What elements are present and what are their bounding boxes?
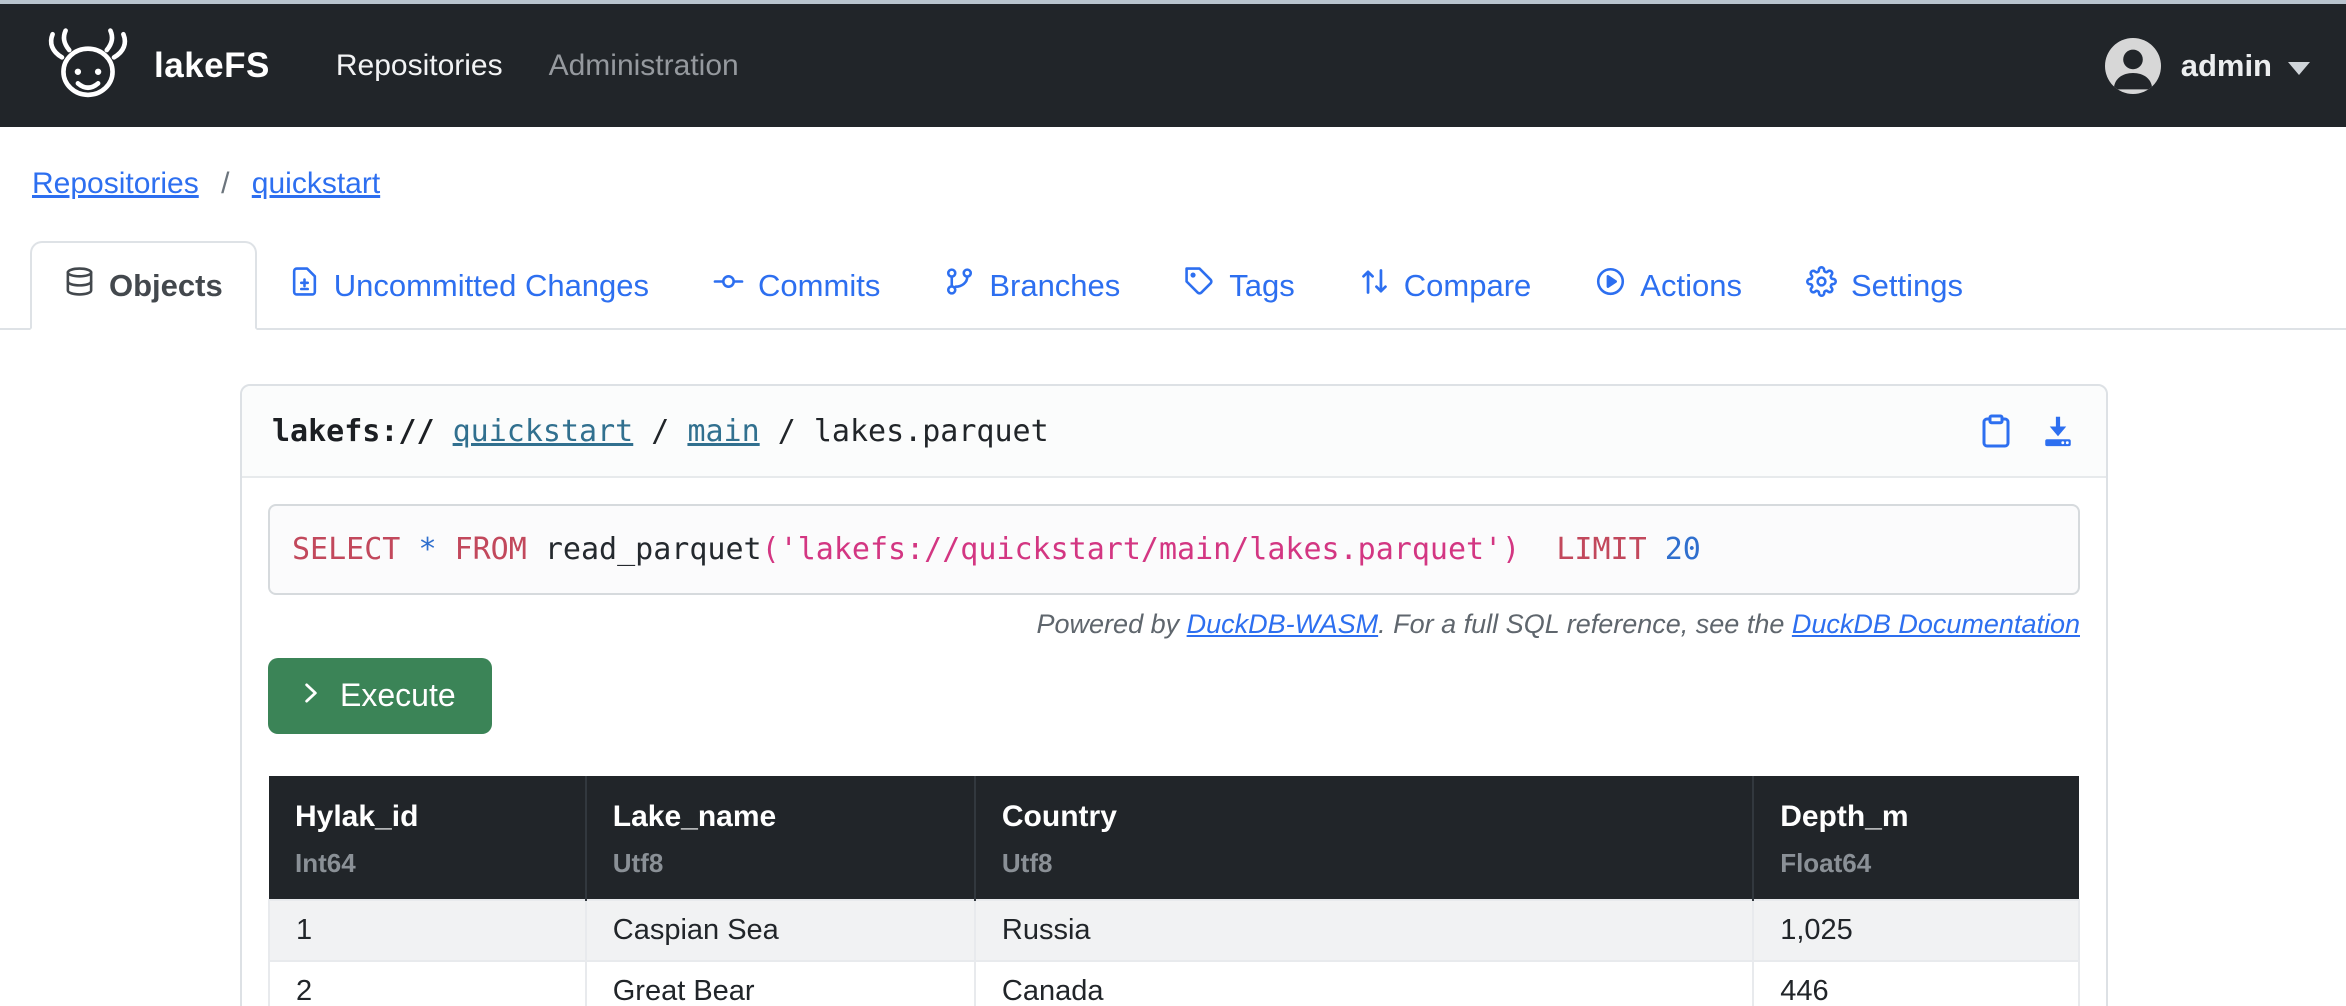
duckdb-caption: Powered by DuckDB-WASM. For a full SQL r… [268,609,2080,640]
tab-branches[interactable]: Branches [912,243,1152,328]
tab-label: Uncommitted Changes [334,268,649,304]
path-scheme: lakefs:// [272,414,435,449]
object-path-header: lakefs:// quickstart / main / lakes.parq… [242,386,2106,478]
tab-uncommitted-changes[interactable]: Uncommitted Changes [257,243,681,328]
column-name: Depth_m [1780,800,2053,834]
sql-token [437,532,455,567]
chevron-right-icon [298,677,324,714]
tab-objects[interactable]: Objects [30,241,257,330]
tab-commits[interactable]: Commits [681,243,912,328]
path-separator: / [633,414,687,449]
table-cell: 446 [1753,961,2079,1006]
column-header: Depth_m Float64 [1753,776,2079,900]
path-separator: / [760,414,814,449]
tab-label: Compare [1404,268,1532,304]
breadcrumb-separator: / [221,167,229,200]
tab-label: Tags [1229,268,1294,304]
main-content: lakefs:// quickstart / main / lakes.parq… [240,384,2108,1006]
branch-icon [944,266,975,305]
lakefs-axolotl-logo-icon [36,25,140,107]
play-circle-icon [1595,266,1626,305]
sql-token [1520,532,1556,567]
compare-icon [1359,266,1390,305]
clipboard-icon[interactable] [1978,413,2014,449]
results-table: Hylak_id Int64 Lake_name Utf8 Country Ut… [268,776,2080,1006]
table-cell: 1 [269,900,586,961]
sql-token: FROM [455,532,527,567]
sql-token [1647,532,1665,567]
caption-text: . For a full SQL reference, see the [1378,609,1792,639]
tab-label: Branches [989,268,1120,304]
object-viewer-body: SELECT * FROM read_parquet('lakefs://qui… [242,478,2106,1006]
tab-actions[interactable]: Actions [1563,243,1774,328]
column-name: Hylak_id [295,800,559,834]
execute-label: Execute [340,677,456,714]
database-icon [64,266,95,305]
tab-label: Commits [758,268,880,304]
column-header: Hylak_id Int64 [269,776,586,900]
breadcrumb-quickstart-link[interactable]: quickstart [252,167,380,200]
column-type: Float64 [1780,848,2053,879]
tab-settings[interactable]: Settings [1774,243,1995,328]
sql-token [400,532,418,567]
sql-token: LIMIT [1556,532,1646,567]
breadcrumb-repositories-link[interactable]: Repositories [32,167,199,200]
repository-tabbar: Objects Uncommitted Changes Commits [0,241,2346,330]
path-repo-link[interactable]: quickstart [453,414,634,449]
object-actions [1978,413,2076,449]
table-cell: Great Bear [586,961,975,1006]
caption-text: Powered by [1037,609,1187,639]
breadcrumb: Repositories / quickstart [0,127,2346,201]
table-cell: Canada [975,961,1753,1006]
user-name: admin [2181,48,2272,84]
execute-button[interactable]: Execute [268,658,492,734]
commit-icon [713,266,744,305]
brand-title[interactable]: lakeFS [154,46,270,86]
path-ref-link[interactable]: main [687,414,759,449]
column-type: Utf8 [613,848,948,879]
duckdb-wasm-link[interactable]: DuckDB-WASM [1187,609,1379,639]
nav-item-repositories[interactable]: Repositories [336,49,503,83]
tab-label: Actions [1640,268,1742,304]
user-menu[interactable]: admin [2105,38,2310,94]
path-filename: lakes.parquet [814,414,1049,449]
avatar [2105,38,2161,94]
column-header: Lake_name Utf8 [586,776,975,900]
sql-token: SELECT [292,532,400,567]
sql-token: ('lakefs://quickstart/main/lakes.parquet… [762,532,1521,567]
tab-label: Objects [109,268,223,304]
table-header-row: Hylak_id Int64 Lake_name Utf8 Country Ut… [269,776,2079,900]
sql-query-editor[interactable]: SELECT * FROM read_parquet('lakefs://qui… [268,504,2080,595]
column-type: Int64 [295,848,559,879]
column-name: Lake_name [613,800,948,834]
duckdb-docs-link[interactable]: DuckDB Documentation [1792,609,2080,639]
object-path: lakefs:// quickstart / main / lakes.parq… [272,414,1049,449]
download-icon[interactable] [2040,413,2076,449]
table-cell: 2 [269,961,586,1006]
nav-item-administration[interactable]: Administration [549,49,739,83]
table-cell: 1,025 [1753,900,2079,961]
file-diff-icon [289,266,320,305]
table-cell: Russia [975,900,1753,961]
tag-icon [1184,266,1215,305]
column-header: Country Utf8 [975,776,1753,900]
tab-compare[interactable]: Compare [1327,243,1564,328]
sql-token: read_parquet [527,532,762,567]
column-type: Utf8 [1002,848,1726,879]
tab-tags[interactable]: Tags [1152,243,1326,328]
gear-icon [1806,266,1837,305]
chevron-down-icon [2288,62,2310,75]
object-viewer-card: lakefs:// quickstart / main / lakes.parq… [240,384,2108,1006]
top-navbar: lakeFS Repositories Administration admin [0,4,2346,127]
query-results: Hylak_id Int64 Lake_name Utf8 Country Ut… [268,776,2080,1006]
table-cell: Caspian Sea [586,900,975,961]
table-row: 2 Great Bear Canada 446 [269,961,2079,1006]
tab-label: Settings [1851,268,1963,304]
sql-token: * [418,532,436,567]
table-row: 1 Caspian Sea Russia 1,025 [269,900,2079,961]
sql-token: 20 [1665,532,1701,567]
column-name: Country [1002,800,1726,834]
